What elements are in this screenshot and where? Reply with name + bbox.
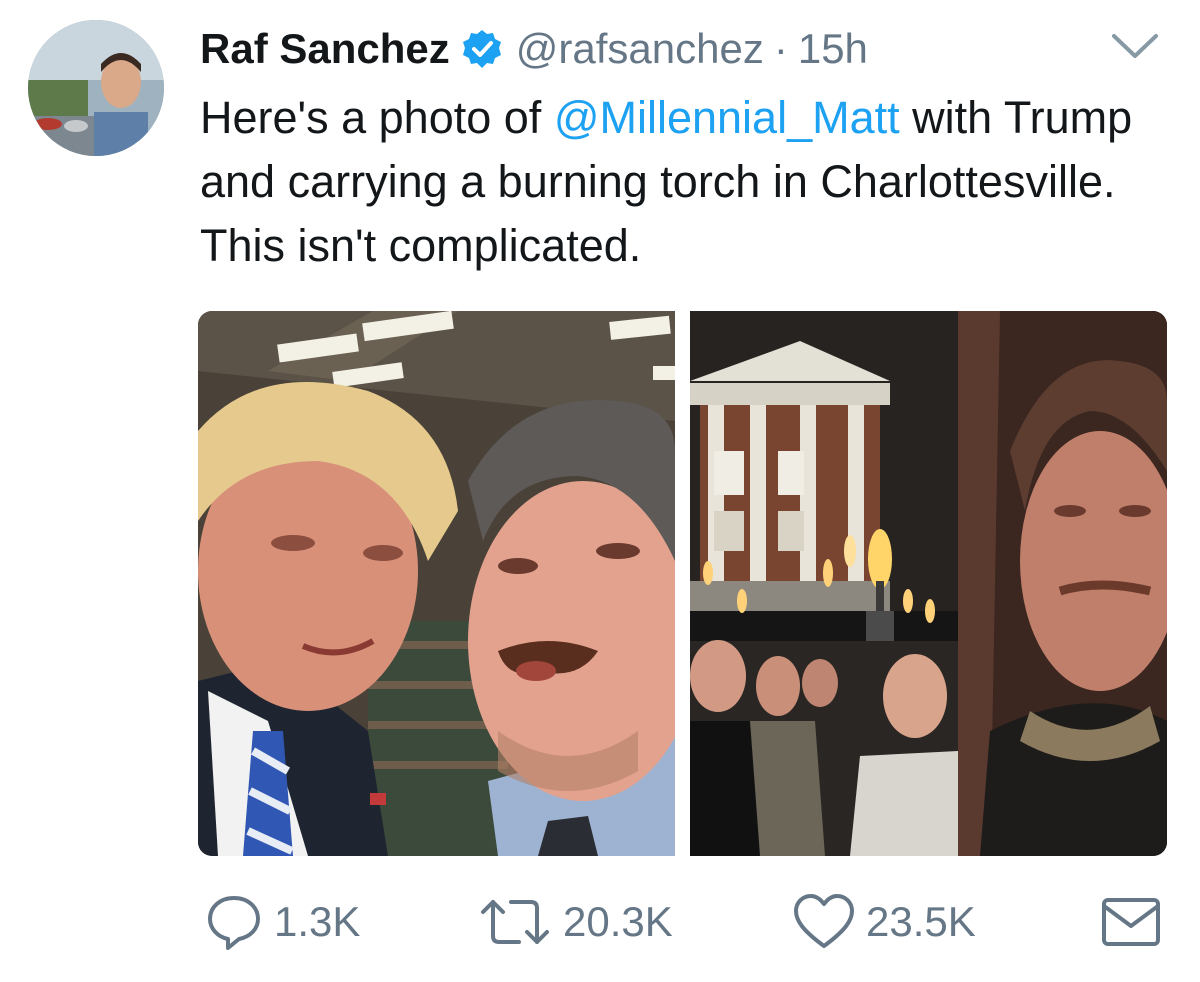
reply-count: 1.3K [274,898,361,945]
separator-dot: · [773,25,788,72]
verified-badge-icon [462,29,502,69]
heart-icon [794,894,854,948]
media-photo-torch-rally[interactable] [690,311,1167,856]
author-name[interactable]: Raf Sanchez [200,25,450,73]
retweet-button[interactable]: 20.3K [477,890,673,954]
tweet-timestamp[interactable]: 15h [798,25,868,73]
tweet-actions-bar: 1.3K 20.3K 23.5K [0,890,1200,960]
reply-button[interactable]: 1.3K [204,890,360,954]
avatar[interactable] [28,20,164,156]
chevron-down-icon[interactable] [1108,26,1162,66]
author-handle[interactable]: @rafsanchez [516,25,764,73]
avatar-photo [28,20,164,156]
reply-icon [208,896,260,950]
tweet-text: Here's a photo of @Millennial_Matt with … [200,86,1160,278]
mention-link[interactable]: @Millennial_Matt [554,92,900,143]
envelope-icon [1102,898,1160,946]
tweet-header: Raf Sanchez @rafsanchez · 15h [200,18,868,80]
like-button[interactable]: 23.5K [792,890,976,954]
like-count: 23.5K [866,898,976,945]
direct-message-button[interactable] [1100,890,1172,954]
tweet-text-start: Here's a photo of [200,92,554,143]
retweet-count: 20.3K [563,898,673,945]
media-photo-selfie[interactable] [198,311,675,856]
retweet-icon [481,900,549,944]
